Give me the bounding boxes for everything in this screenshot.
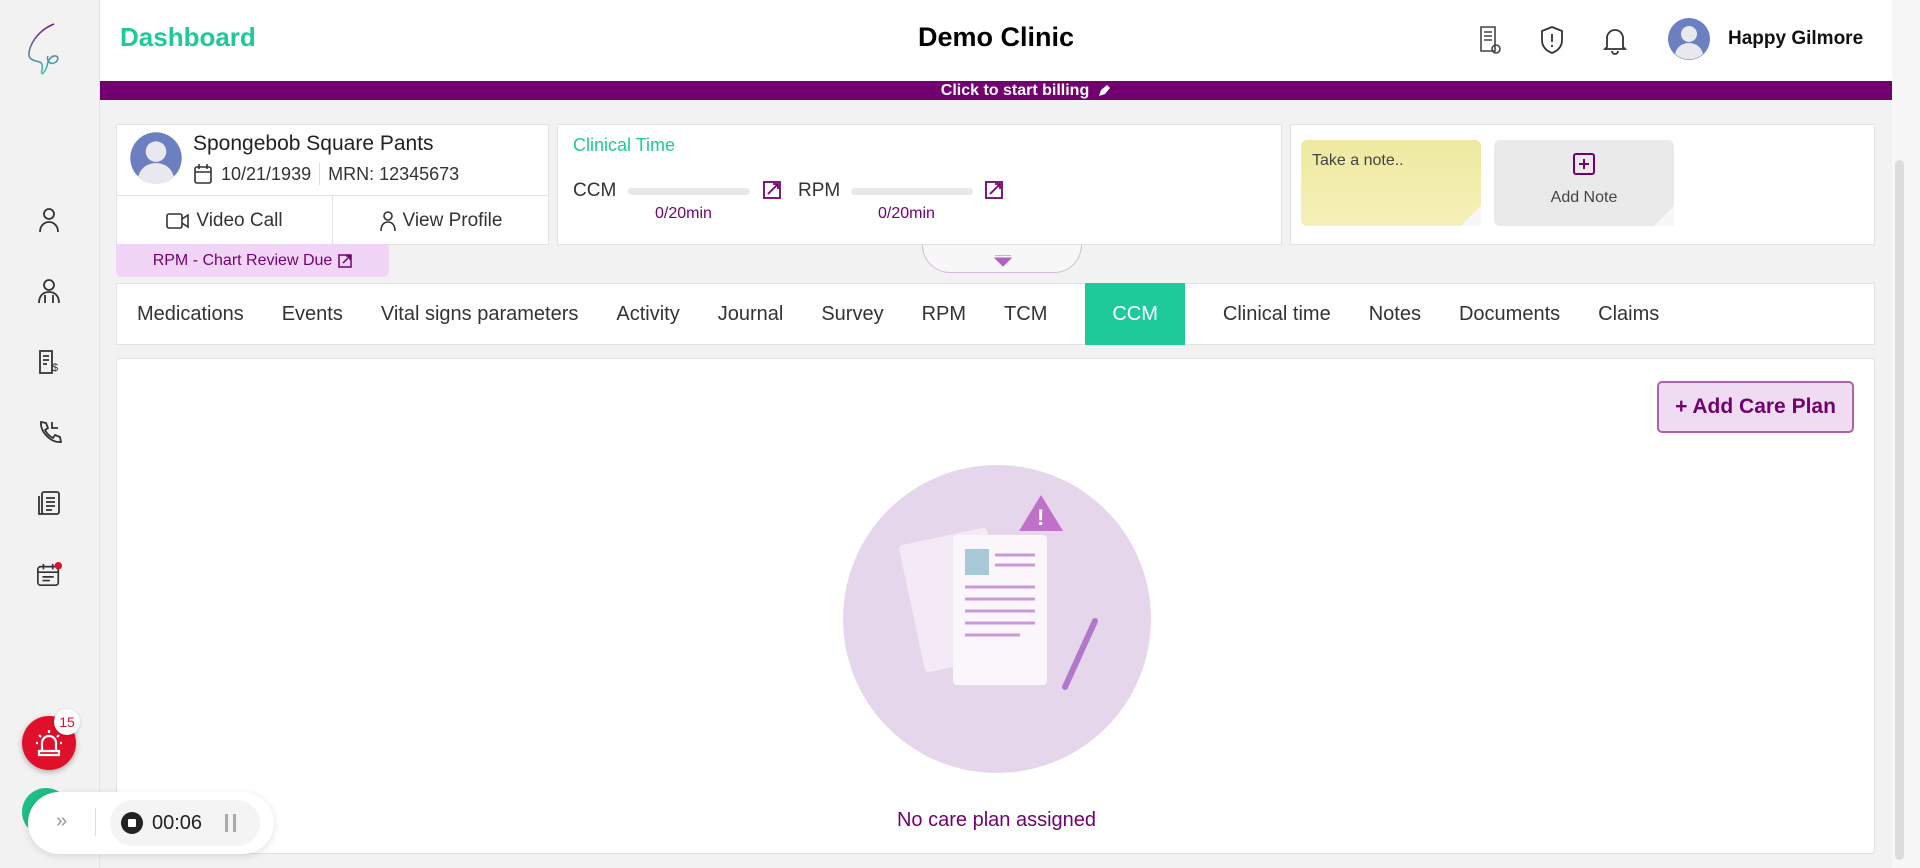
calendar-icon bbox=[194, 164, 212, 184]
scrollbar-thumb[interactable] bbox=[1895, 160, 1904, 860]
clinical-time-title: Clinical Time bbox=[573, 135, 676, 155]
note-placeholder: Take a note.. bbox=[1312, 152, 1404, 169]
document-icon[interactable] bbox=[1475, 24, 1505, 56]
tab-activity[interactable]: Activity bbox=[597, 283, 698, 345]
billing-icon[interactable]: $ bbox=[36, 349, 62, 375]
patient-name: Spongebob Square Pants bbox=[193, 132, 434, 155]
patient-mrn: MRN: 12345673 bbox=[328, 163, 460, 184]
view-profile-button[interactable]: View Profile bbox=[332, 196, 548, 245]
video-call-label: Video Call bbox=[196, 209, 283, 231]
ccm-content-panel: + Add Care Plan ! No care plan assigned bbox=[116, 358, 1875, 854]
svg-text:!: ! bbox=[1037, 505, 1044, 530]
patient-dob: 10/21/1939 bbox=[221, 163, 312, 184]
empty-care-plan-illustration: ! bbox=[843, 465, 1151, 773]
chevron-down-icon bbox=[993, 255, 1013, 267]
ccm-progress-bar bbox=[628, 188, 750, 195]
tab-events[interactable]: Events bbox=[263, 283, 362, 345]
divider bbox=[95, 808, 96, 836]
patient-avatar bbox=[129, 131, 183, 190]
svg-text:$: $ bbox=[52, 362, 58, 374]
timer-value: 00:06 bbox=[152, 811, 203, 834]
recording-timer: » 00:06 bbox=[28, 792, 274, 854]
chart-review-due-tag[interactable]: RPM - Chart Review Due bbox=[116, 244, 389, 277]
empty-state-text: No care plan assigned bbox=[896, 809, 1096, 831]
tab-rpm[interactable]: RPM bbox=[903, 283, 985, 345]
rpm-open-icon[interactable] bbox=[985, 181, 1003, 199]
sticky-note[interactable]: Take a note.. bbox=[1301, 140, 1481, 226]
expand-chevrons-icon[interactable]: » bbox=[56, 810, 67, 833]
patient-card: Spongebob Square Pants 10/21/1939 MRN: 1… bbox=[116, 124, 549, 245]
patient-info: 10/21/1939 MRN: 12345673 bbox=[193, 163, 459, 185]
add-care-plan-button[interactable]: + Add Care Plan bbox=[1657, 381, 1854, 433]
user-name[interactable]: Happy Gilmore bbox=[1728, 28, 1863, 50]
tab-medications[interactable]: Medications bbox=[137, 283, 263, 345]
expand-toggle[interactable] bbox=[922, 245, 1082, 273]
page-title: Dashboard bbox=[120, 22, 256, 52]
tab-tcm[interactable]: TCM bbox=[985, 283, 1066, 345]
plus-square-icon bbox=[1573, 153, 1595, 175]
tab-notes[interactable]: Notes bbox=[1350, 283, 1440, 345]
phone-icon[interactable] bbox=[36, 419, 62, 445]
view-profile-label: View Profile bbox=[402, 209, 503, 231]
ccm-label: CCM bbox=[573, 180, 617, 201]
video-call-button[interactable]: Video Call bbox=[117, 196, 332, 245]
alarm-count-badge: 15 bbox=[54, 709, 80, 735]
profile-icon bbox=[379, 210, 396, 231]
tab-clinical-time[interactable]: Clinical time bbox=[1204, 283, 1350, 345]
user-avatar[interactable] bbox=[1668, 18, 1710, 65]
divider bbox=[319, 163, 321, 185]
tab-vital-signs-parameters[interactable]: Vital signs parameters bbox=[362, 283, 598, 345]
pencil-icon bbox=[1099, 84, 1111, 96]
ccm-open-icon[interactable] bbox=[763, 181, 781, 199]
start-billing-banner[interactable]: Click to start billing bbox=[100, 81, 1892, 100]
tab-journal[interactable]: Journal bbox=[699, 283, 803, 345]
top-header: Dashboard Demo Clinic Happy Gilmore bbox=[100, 0, 1892, 81]
stop-icon[interactable] bbox=[120, 811, 144, 835]
external-link-icon bbox=[338, 253, 353, 268]
add-note-label: Add Note bbox=[1550, 189, 1618, 206]
tab-survey[interactable]: Survey bbox=[802, 283, 902, 345]
reports-icon[interactable] bbox=[36, 490, 62, 516]
clinical-time-card: Clinical Time CCM 0/20min RPM 0/20min bbox=[557, 124, 1282, 245]
tab-documents[interactable]: Documents bbox=[1440, 283, 1579, 345]
notes-card: Take a note.. Add Note bbox=[1290, 124, 1875, 245]
rpm-progress-bar bbox=[851, 188, 973, 195]
rpm-label: RPM bbox=[798, 180, 841, 201]
tab-claims[interactable]: Claims bbox=[1579, 283, 1678, 345]
tab-bar: Medications Events Vital signs parameters A… bbox=[116, 283, 1875, 345]
patients-icon[interactable] bbox=[36, 207, 62, 233]
pause-icon[interactable] bbox=[224, 812, 238, 834]
calendar-icon[interactable] bbox=[36, 562, 62, 588]
video-icon bbox=[166, 212, 190, 229]
app-logo[interactable] bbox=[24, 22, 64, 78]
care-team-icon[interactable] bbox=[36, 278, 62, 304]
billing-text: Click to start billing bbox=[940, 82, 1090, 99]
ccm-time-value: 0/20min bbox=[655, 205, 712, 222]
scrollbar[interactable] bbox=[1892, 0, 1920, 868]
tab-ccm[interactable]: CCM bbox=[1085, 283, 1185, 345]
rpm-time-value: 0/20min bbox=[878, 205, 935, 222]
bell-icon[interactable] bbox=[1600, 24, 1630, 56]
shield-alert-icon[interactable] bbox=[1537, 24, 1567, 56]
alert-tag-label: RPM - Chart Review Due bbox=[152, 251, 333, 269]
add-note-button[interactable]: Add Note bbox=[1494, 140, 1674, 226]
